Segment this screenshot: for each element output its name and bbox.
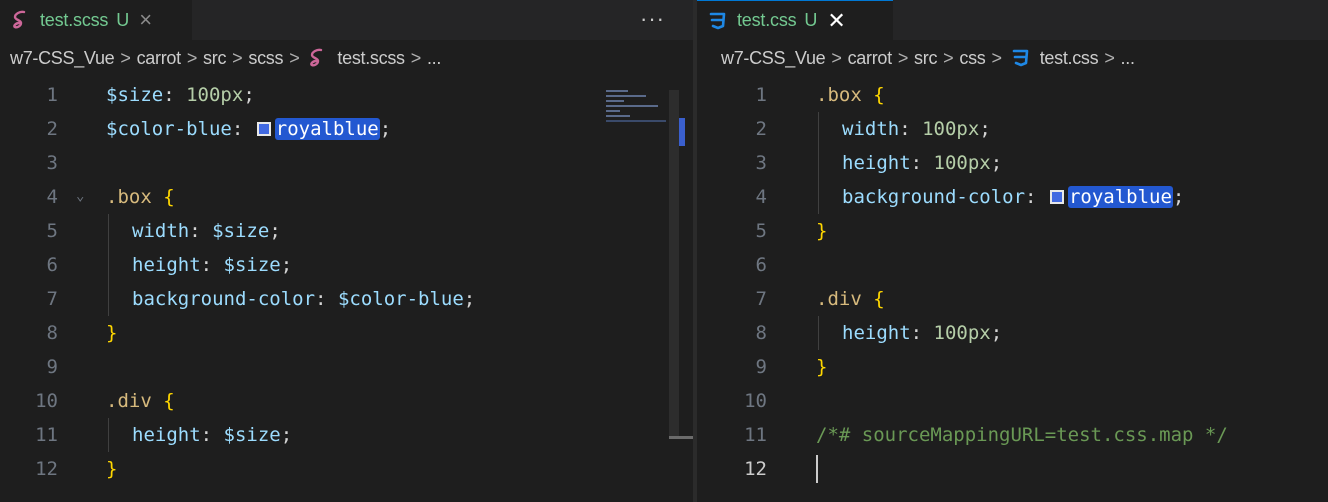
breadcrumb-item[interactable]: test.css [1040, 48, 1099, 69]
chevron-right-icon: > [120, 47, 131, 68]
css3-icon [705, 9, 729, 33]
line-number: 5 [46, 220, 58, 242]
tab-bar: test.scss U × ··· [0, 0, 693, 40]
code-line: /*# sourceMappingURL=test.css.map */ [816, 424, 1228, 446]
indent-guide [818, 316, 819, 350]
git-status-badge: U [116, 9, 130, 30]
line-number: 10 [35, 390, 58, 412]
line-number: 1 [755, 84, 767, 106]
code-line: } [106, 458, 118, 480]
highlighted-color-value: royalblue [274, 118, 380, 140]
breadcrumb-item[interactable]: ... [427, 48, 441, 69]
fold-chevron-icon[interactable]: ⌄ [76, 188, 84, 204]
line-number: 6 [46, 254, 58, 276]
line-number: 11 [744, 424, 767, 446]
breadcrumb-item[interactable]: css [959, 48, 985, 69]
line-number: 6 [755, 254, 767, 276]
breadcrumb-item[interactable]: carrot [137, 48, 182, 69]
close-icon[interactable]: × [139, 9, 152, 31]
breadcrumb: w7-CSS_Vue > carrot > src > scss > test.… [0, 40, 693, 76]
chevron-right-icon: > [991, 47, 1002, 68]
code-line: .div { [106, 390, 175, 412]
scrollbar-indicator [669, 436, 693, 439]
code-line: background-color: royalblue; [842, 186, 1185, 208]
line-number: 11 [35, 424, 58, 446]
close-icon[interactable]: ✕ [827, 9, 845, 32]
breadcrumb-item[interactable]: w7-CSS_Vue [10, 48, 115, 69]
chevron-right-icon: > [831, 47, 842, 68]
editor-group-right: test.css U ✕ w7-CSS_Vue > carrot > src >… [697, 0, 1328, 502]
line-number: 9 [46, 356, 58, 378]
tab-bar: test.css U ✕ [697, 0, 1328, 40]
breadcrumb-item[interactable]: src [203, 48, 226, 69]
code-line: .box { [816, 84, 885, 106]
tab-label: test.css [737, 10, 797, 30]
sass-icon [305, 46, 329, 70]
indent-guide [108, 418, 109, 452]
line-number: 10 [744, 390, 767, 412]
line-number: 9 [755, 356, 767, 378]
line-number: 8 [46, 322, 58, 344]
breadcrumb-item[interactable]: scss [248, 48, 283, 69]
line-number: 3 [755, 152, 767, 174]
git-status-badge: U [804, 10, 818, 30]
code-line: background-color: $color-blue; [132, 288, 476, 310]
breadcrumb-item[interactable]: test.scss [337, 48, 405, 69]
code-line: } [816, 356, 828, 378]
line-number: 4 [755, 186, 767, 208]
tab-test-css[interactable]: test.css U ✕ [697, 0, 893, 40]
chevron-right-icon: > [232, 47, 243, 68]
line-number: 1 [46, 84, 58, 106]
line-number: 7 [46, 288, 58, 310]
tab-test-scss[interactable]: test.scss U × [0, 0, 192, 40]
indent-guide [108, 214, 109, 316]
scrollbar[interactable] [669, 90, 679, 436]
more-actions-button[interactable]: ··· [640, 6, 665, 32]
code-line: } [816, 220, 828, 242]
editor-group-left: test.scss U × ··· w7-CSS_Vue > carrot > … [0, 0, 693, 502]
line-number: 3 [46, 152, 58, 174]
line-number: 5 [755, 220, 767, 242]
color-swatch[interactable] [256, 122, 271, 136]
breadcrumb-item[interactable]: carrot [848, 48, 893, 69]
chevron-right-icon: > [897, 47, 909, 68]
breadcrumb: w7-CSS_Vue > carrot > src > css > test.c… [697, 40, 1328, 76]
breadcrumb-item[interactable]: ... [1121, 48, 1135, 69]
code-editor[interactable]: 1 2 3 4 5 6 7 8 9 10 11 12 .box { width:… [697, 76, 1328, 502]
code-line: $size: 100px; [106, 84, 255, 106]
code-line: $color-blue: royalblue; [106, 118, 392, 140]
line-number: 4 [46, 186, 58, 208]
line-number: 2 [755, 118, 767, 140]
minimap[interactable] [606, 90, 668, 138]
chevron-right-icon: > [289, 47, 300, 68]
css3-icon [1008, 46, 1032, 70]
sass-icon [8, 8, 32, 32]
indent-guide [818, 112, 819, 214]
line-number: 7 [755, 288, 767, 310]
code-editor[interactable]: 1 2 3 4 5 6 7 8 9 10 11 12 ⌄ $size: 100p… [0, 76, 693, 502]
tab-label: test.scss [40, 9, 109, 30]
color-swatch[interactable] [1049, 190, 1064, 204]
chevron-right-icon: > [943, 47, 954, 68]
chevron-right-icon: > [1104, 47, 1115, 68]
text-cursor [816, 455, 818, 483]
code-line: width: $size; [132, 220, 281, 242]
code-line: height: $size; [132, 254, 293, 276]
breadcrumb-item[interactable]: src [914, 48, 937, 69]
code-line: .div { [816, 288, 885, 310]
line-number: 2 [46, 118, 58, 140]
code-line: height: 100px; [842, 322, 1003, 344]
line-number: 12 [35, 458, 58, 480]
line-number: 8 [755, 322, 767, 344]
line-number-active: 12 [744, 458, 767, 480]
code-line: height: 100px; [842, 152, 1003, 174]
code-line: width: 100px; [842, 118, 991, 140]
breadcrumb-item[interactable]: w7-CSS_Vue [721, 48, 826, 69]
highlighted-color-value: royalblue [1067, 186, 1173, 208]
code-line: height: $size; [132, 424, 293, 446]
chevron-right-icon: > [410, 47, 422, 68]
chevron-right-icon: > [186, 47, 198, 68]
code-line: .box { [106, 186, 175, 208]
code-line: } [106, 322, 118, 344]
